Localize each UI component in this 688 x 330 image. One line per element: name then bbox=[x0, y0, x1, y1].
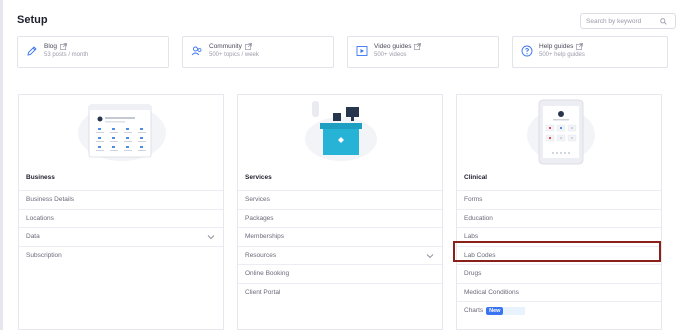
resource-subtitle: 500+ videos bbox=[374, 52, 407, 58]
item-label: Data bbox=[26, 233, 40, 241]
badge-tail bbox=[503, 306, 526, 315]
resource-title: Community bbox=[209, 43, 242, 50]
item-label: Packages bbox=[245, 214, 274, 222]
people-icon bbox=[191, 44, 203, 56]
page-title: Setup bbox=[17, 14, 48, 26]
clinical-list: Forms Education Labs Lab Codes Drugs Med… bbox=[457, 190, 661, 320]
search-box[interactable] bbox=[580, 13, 676, 29]
resource-subtitle: 500+ help guides bbox=[539, 52, 585, 58]
chevron-down-icon[interactable] bbox=[207, 234, 215, 240]
item-label: Drugs bbox=[464, 270, 482, 278]
list-item-labs[interactable]: Labs bbox=[457, 227, 661, 246]
external-link-icon bbox=[245, 43, 252, 50]
clinical-card: Clinical Forms Education Labs Lab Codes … bbox=[456, 94, 662, 330]
item-label: Locations bbox=[26, 214, 54, 222]
item-label: Memberships bbox=[245, 233, 285, 241]
resource-title: Video guides bbox=[374, 43, 412, 50]
help-icon bbox=[521, 44, 533, 57]
item-label: Business Details bbox=[26, 196, 75, 204]
external-link-icon bbox=[576, 43, 584, 50]
resource-title: Blog bbox=[44, 43, 58, 50]
business-list: Business Details Locations Data Subscrip… bbox=[19, 190, 223, 264]
item-label: Subscription bbox=[26, 251, 62, 259]
search-input[interactable] bbox=[581, 17, 657, 25]
item-label: Resources bbox=[245, 251, 277, 259]
services-card: Services Services Packages Memberships R… bbox=[237, 94, 443, 330]
item-label: Medical Conditions bbox=[464, 288, 519, 296]
resource-title: Help guides bbox=[539, 43, 574, 50]
card-heading: Clinical bbox=[464, 174, 488, 181]
resource-subtitle: 53 posts / month bbox=[44, 52, 89, 58]
item-label: Services bbox=[245, 196, 270, 204]
list-item-subscription[interactable]: Subscription bbox=[19, 245, 223, 265]
external-link-icon bbox=[414, 43, 422, 50]
business-card: Business Business Details Locations Data… bbox=[18, 94, 224, 330]
list-item-business-details[interactable]: Business Details bbox=[19, 190, 223, 209]
list-item-drugs[interactable]: Drugs bbox=[457, 264, 661, 283]
search-icon[interactable] bbox=[657, 15, 669, 27]
list-item-services[interactable]: Services bbox=[238, 190, 442, 209]
list-item-data[interactable]: Data bbox=[19, 227, 223, 246]
item-label: Forms bbox=[464, 196, 483, 204]
item-label: Lab Codes bbox=[464, 251, 496, 259]
play-icon bbox=[356, 44, 368, 56]
list-item-lab-codes[interactable]: Lab Codes bbox=[457, 245, 661, 265]
list-item-resources[interactable]: Resources bbox=[238, 245, 442, 265]
external-link-icon bbox=[60, 43, 67, 50]
list-item-packages[interactable]: Packages bbox=[238, 208, 442, 228]
setup-page: Setup Blog 53 posts / month Community 50… bbox=[0, 0, 688, 330]
list-item-medical-conditions[interactable]: Medical Conditions bbox=[457, 282, 661, 302]
resource-subtitle: 500+ topics / week bbox=[209, 52, 259, 58]
resource-help-guides[interactable]: Help guides 500+ help guides bbox=[512, 36, 668, 68]
list-item-education[interactable]: Education bbox=[457, 208, 661, 228]
clinical-illustration bbox=[457, 95, 661, 169]
list-item-charts[interactable]: Charts New bbox=[457, 301, 661, 320]
card-heading: Business bbox=[26, 174, 55, 181]
item-label: Education bbox=[464, 214, 493, 222]
item-label: Online Booking bbox=[245, 270, 290, 278]
list-item-locations[interactable]: Locations bbox=[19, 208, 223, 228]
new-badge: New bbox=[486, 306, 504, 315]
pencil-icon bbox=[26, 44, 38, 56]
resource-blog[interactable]: Blog 53 posts / month bbox=[17, 36, 169, 68]
item-label: Labs bbox=[464, 233, 479, 241]
business-illustration bbox=[19, 95, 223, 169]
list-item-online-booking[interactable]: Online Booking bbox=[238, 264, 442, 283]
resource-video-guides[interactable]: Video guides 500+ videos bbox=[347, 36, 499, 68]
list-item-forms[interactable]: Forms bbox=[457, 190, 661, 209]
chevron-down-icon[interactable] bbox=[426, 253, 434, 259]
card-heading: Services bbox=[245, 174, 272, 181]
item-label: Charts bbox=[464, 307, 484, 315]
resource-community[interactable]: Community 500+ topics / week bbox=[182, 36, 334, 68]
list-item-client-portal[interactable]: Client Portal bbox=[238, 282, 442, 302]
list-item-memberships[interactable]: Memberships bbox=[238, 227, 442, 246]
services-illustration bbox=[238, 95, 442, 169]
services-list: Services Packages Memberships Resources … bbox=[238, 190, 442, 301]
item-label: Client Portal bbox=[245, 288, 281, 296]
